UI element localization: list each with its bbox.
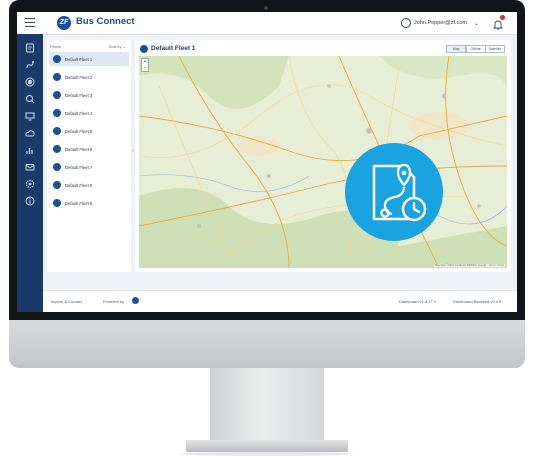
bus-icon <box>53 163 61 171</box>
fleet-name: Default Fleet 4 <box>65 110 93 116</box>
info-icon[interactable] <box>25 196 35 206</box>
monitor-chin <box>9 320 525 368</box>
messages-icon[interactable] <box>25 162 35 172</box>
view-option-offline[interactable]: Offline <box>465 45 486 53</box>
fleet-name: Default Fleet 3 <box>65 92 93 98</box>
bus-icon <box>53 109 61 117</box>
user-email: John.Pepper@zf.com <box>413 20 467 26</box>
dashboard-version: Dashboard v1.4.17.1 <box>399 299 437 304</box>
hamburger-menu-icon[interactable] <box>25 18 35 28</box>
app-title: Bus Connect <box>76 16 135 27</box>
chart-icon[interactable] <box>25 145 35 155</box>
fleet-name: Default Fleet 9 <box>65 200 93 206</box>
sort-dropdown[interactable]: Sort by ⌄ <box>109 44 126 49</box>
bus-icon[interactable] <box>25 77 35 87</box>
map-zoom-control: + − <box>141 58 149 72</box>
view-option-satellite[interactable]: Satellite <box>485 45 505 53</box>
search-map-icon[interactable] <box>25 94 35 104</box>
map-panel: Default Fleet 1 Map Offline Satellite + … <box>135 40 511 272</box>
bus-icon <box>53 55 61 63</box>
fleet-list-item[interactable]: Default Fleet 6 <box>49 142 129 156</box>
fleet-icon <box>140 45 148 53</box>
zoom-out-button[interactable]: − <box>142 65 148 71</box>
zf-small-logo <box>132 297 139 304</box>
route-icon[interactable] <box>25 60 35 70</box>
bus-icon <box>53 91 61 99</box>
fleet-list-item[interactable]: Default Fleet 7 <box>49 160 129 174</box>
fleet-name: Default Fleet 7 <box>65 164 93 170</box>
fleet-list-label: Fleets <box>50 44 61 49</box>
fleet-list-item[interactable]: Default Fleet 5 <box>49 124 129 138</box>
fleet-list-panel: Fleets Sort by ⌄ Default Fleet 1 Default… <box>47 40 131 272</box>
fleet-list-item[interactable]: Default Fleet 3 <box>49 88 129 102</box>
bus-icon <box>53 73 61 81</box>
map-attribution: Map data ©2021 GeoBasis-DE/BKG, Google ·… <box>433 264 505 267</box>
chevron-down-icon: ⌄ <box>473 20 479 27</box>
fleet-name: Default Fleet 8 <box>65 182 93 188</box>
backend-version: Dashboard Backend v5.4.3 <box>453 299 502 304</box>
tv-icon[interactable] <box>25 111 35 121</box>
zf-logo: ZF <box>57 16 71 30</box>
imprint-link[interactable]: Imprint & Contact <box>51 299 82 304</box>
powered-by-label: Powered by <box>103 299 125 304</box>
app-screen: ZF Bus Connect John.Pepper@zf.com ⌄ Flee… <box>17 12 517 312</box>
bus-icon <box>53 199 61 207</box>
fleet-name: Default Fleet 5 <box>65 128 93 134</box>
view-option-map[interactable]: Map <box>446 45 467 53</box>
notification-badge <box>500 15 505 20</box>
notification-bell-icon[interactable] <box>492 15 505 30</box>
fleet-list-item[interactable]: Default Fleet 9 <box>49 196 129 210</box>
footer-bar: Imprint & Contact Powered by Dashboard v… <box>43 290 517 312</box>
fleet-list-item[interactable]: Default Fleet 1 <box>49 52 129 66</box>
fleet-list-item[interactable]: Default Fleet 4 <box>49 106 129 120</box>
user-menu[interactable]: John.Pepper@zf.com ⌄ <box>400 17 479 29</box>
fleet-name: Default Fleet 1 <box>65 56 93 62</box>
fleet-name: Default Fleet 2 <box>65 74 93 80</box>
dashboard-icon[interactable] <box>25 43 35 53</box>
bus-icon <box>53 145 61 153</box>
route-schedule-icon <box>345 143 443 241</box>
monitor-stand <box>210 368 324 440</box>
map-title: Default Fleet 1 <box>151 45 196 52</box>
fleet-name: Default Fleet 6 <box>65 146 93 152</box>
monitor-camera <box>264 6 268 10</box>
bus-icon <box>53 127 61 135</box>
side-navigation <box>17 34 43 312</box>
bus-icon <box>53 181 61 189</box>
map-view-toggle: Map Offline Satellite <box>446 45 505 53</box>
fleet-list-item[interactable]: Default Fleet 8 <box>49 178 129 192</box>
map-terrain <box>139 56 507 268</box>
map-view[interactable]: + − Map data ©2021 GeoBasis-DE/BKG, Goog… <box>139 56 507 268</box>
settings-icon[interactable] <box>25 179 35 189</box>
top-bar: ZF Bus Connect John.Pepper@zf.com ⌄ <box>17 12 517 35</box>
sort-label: Sort by <box>108 44 122 49</box>
collapse-panel-icon[interactable]: ‹ <box>132 148 134 154</box>
monitor-shadow <box>180 452 354 456</box>
cloud-icon[interactable] <box>25 128 35 138</box>
user-icon <box>400 18 411 28</box>
monitor-foot <box>186 440 348 452</box>
fleet-list-item[interactable]: Default Fleet 2 <box>49 70 129 84</box>
